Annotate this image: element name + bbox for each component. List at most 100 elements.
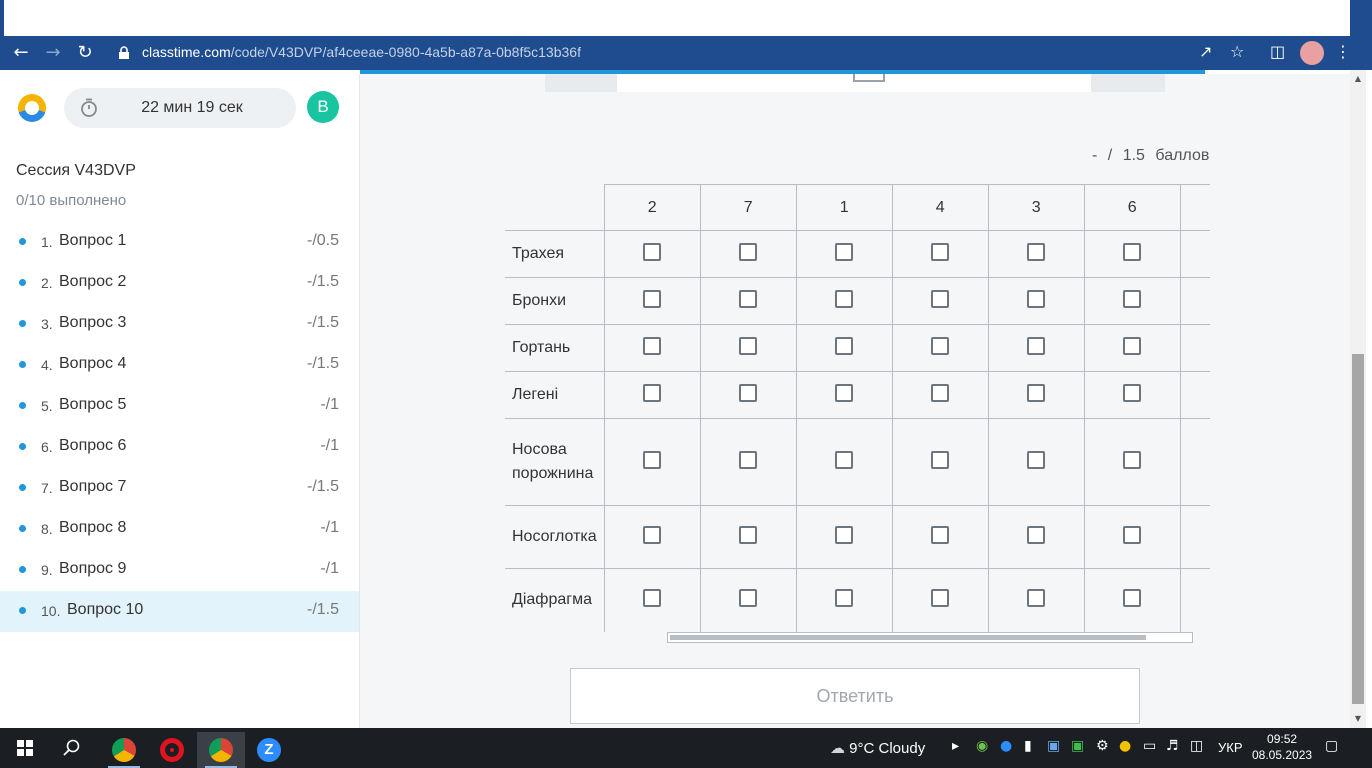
match-checkbox[interactable] (739, 336, 758, 355)
tray-monitor-icon[interactable]: ▣ (1047, 738, 1060, 754)
back-arrow-icon[interactable]: ← (10, 42, 32, 64)
match-checkbox[interactable] (835, 588, 854, 607)
scrollbar-thumb[interactable] (670, 635, 1146, 640)
match-checkbox[interactable] (739, 383, 758, 402)
match-checkbox[interactable] (1027, 383, 1046, 402)
match-checkbox[interactable] (835, 525, 854, 544)
match-checkbox[interactable] (931, 242, 950, 261)
match-checkbox[interactable] (739, 588, 758, 607)
match-checkbox[interactable] (739, 289, 758, 308)
windows-start-icon[interactable] (17, 740, 33, 756)
match-checkbox[interactable] (1027, 336, 1046, 355)
match-checkbox[interactable] (931, 336, 950, 355)
search-icon[interactable] (63, 739, 81, 757)
match-checkbox[interactable] (1123, 289, 1142, 308)
question-item-4[interactable]: 4. Вопрос 4 -/1.5 (0, 345, 359, 386)
menu-dots-icon[interactable]: ⋮ (1335, 42, 1351, 61)
lock-icon[interactable] (118, 46, 130, 60)
forward-arrow-icon[interactable]: → (42, 42, 64, 64)
match-checkbox[interactable] (1123, 383, 1142, 402)
tray-app-icon[interactable]: ◉ (976, 738, 988, 754)
scroll-up-arrow-icon[interactable]: ▲ (1350, 74, 1366, 83)
match-checkbox[interactable] (643, 525, 662, 544)
weather-widget[interactable]: ☁ 9°C Cloudy (830, 739, 925, 757)
match-checkbox[interactable] (643, 450, 662, 469)
page-scrollbar[interactable]: ▲ ▼ (1350, 70, 1366, 728)
taskbar-chrome-profile-app[interactable] (100, 732, 148, 768)
question-item-6[interactable]: 6. Вопрос 6 -/1 (0, 427, 359, 468)
tray-yellow-app-icon[interactable]: ● (1119, 738, 1131, 754)
question-score: -/1 (320, 437, 339, 454)
system-clock[interactable]: 09:52 08.05.2023 (1252, 731, 1312, 763)
question-item-7[interactable]: 7. Вопрос 7 -/1.5 (0, 468, 359, 509)
match-checkbox[interactable] (931, 383, 950, 402)
taskbar-chrome-app[interactable] (197, 732, 245, 768)
match-checkbox[interactable] (643, 588, 662, 607)
match-checkbox[interactable] (1027, 450, 1046, 469)
notifications-icon[interactable]: ▢ (1325, 738, 1338, 754)
taskbar-opera-app[interactable] (148, 732, 196, 768)
match-checkbox[interactable] (835, 336, 854, 355)
question-score: -/1 (320, 396, 339, 413)
match-checkbox[interactable] (643, 383, 662, 402)
side-panel-icon[interactable]: ◫ (1270, 42, 1285, 61)
question-item-1[interactable]: 1. Вопрос 1 -/0.5 (0, 222, 359, 263)
match-checkbox[interactable] (739, 450, 758, 469)
match-checkbox[interactable] (739, 525, 758, 544)
match-checkbox[interactable] (1123, 242, 1142, 261)
match-checkbox[interactable] (835, 289, 854, 308)
user-avatar[interactable]: В (307, 91, 339, 123)
language-indicator[interactable]: УКР (1218, 740, 1243, 755)
question-item-9[interactable]: 9. Вопрос 9 -/1 (0, 550, 359, 591)
taskbar-zoom-app[interactable]: Z (245, 732, 293, 768)
question-item-10[interactable]: 10. Вопрос 10 -/1.5 (0, 591, 359, 632)
share-icon[interactable]: ↗ (1199, 42, 1212, 61)
volume-icon[interactable]: ♬ (1166, 738, 1179, 754)
grid-cell (699, 371, 797, 419)
scroll-down-arrow-icon[interactable]: ▼ (1350, 714, 1366, 723)
grid-cell (1083, 230, 1181, 278)
match-checkbox[interactable] (931, 525, 950, 544)
tray-green-app-icon[interactable]: ▣ (1071, 738, 1084, 754)
match-checkbox[interactable] (643, 289, 662, 308)
reload-icon[interactable]: ↻ (74, 42, 96, 64)
tray-expand-icon[interactable]: ▸ (952, 738, 959, 754)
match-checkbox[interactable] (1027, 289, 1046, 308)
match-checkbox[interactable] (1123, 336, 1142, 355)
question-score: -/0.5 (306, 232, 339, 249)
microphone-icon[interactable]: ▮ (1024, 738, 1032, 754)
grid-cell (795, 230, 893, 278)
question-item-2[interactable]: 2. Вопрос 2 -/1.5 (0, 263, 359, 304)
match-checkbox[interactable] (1027, 588, 1046, 607)
grid-cell (699, 418, 797, 506)
match-checkbox[interactable] (931, 450, 950, 469)
match-checkbox[interactable] (1123, 525, 1142, 544)
match-checkbox[interactable] (643, 336, 662, 355)
page-scrollbar-thumb[interactable] (1352, 354, 1364, 704)
match-checkbox[interactable] (931, 289, 950, 308)
match-checkbox[interactable] (835, 450, 854, 469)
match-checkbox[interactable] (835, 242, 854, 261)
grid-overflow-cell (1179, 324, 1211, 372)
tray-device-icon[interactable]: ⚙ (1096, 738, 1109, 754)
bookmark-star-icon[interactable]: ☆ (1230, 42, 1244, 61)
question-item-8[interactable]: 8. Вопрос 8 -/1 (0, 509, 359, 550)
grid-overflow-cell (1179, 230, 1211, 278)
question-item-5[interactable]: 5. Вопрос 5 -/1 (0, 386, 359, 427)
submit-answer-button[interactable]: Ответить (570, 668, 1140, 724)
match-checkbox[interactable] (1123, 450, 1142, 469)
network-icon[interactable]: ◫ (1190, 738, 1203, 754)
address-bar[interactable]: classtime.com/code/V43DVP/af4ceeae-0980-… (142, 44, 581, 60)
match-checkbox[interactable] (931, 588, 950, 607)
match-checkbox[interactable] (1027, 242, 1046, 261)
match-checkbox[interactable] (1027, 525, 1046, 544)
browser-profile-avatar[interactable] (1300, 41, 1324, 65)
match-checkbox[interactable] (739, 242, 758, 261)
match-checkbox[interactable] (1123, 588, 1142, 607)
question-item-3[interactable]: 3. Вопрос 3 -/1.5 (0, 304, 359, 345)
horizontal-scrollbar[interactable] (667, 632, 1193, 643)
match-checkbox[interactable] (643, 242, 662, 261)
battery-icon[interactable]: ▭ (1143, 738, 1156, 754)
match-checkbox[interactable] (835, 383, 854, 402)
tray-zoom-icon[interactable]: ● (1000, 738, 1012, 754)
